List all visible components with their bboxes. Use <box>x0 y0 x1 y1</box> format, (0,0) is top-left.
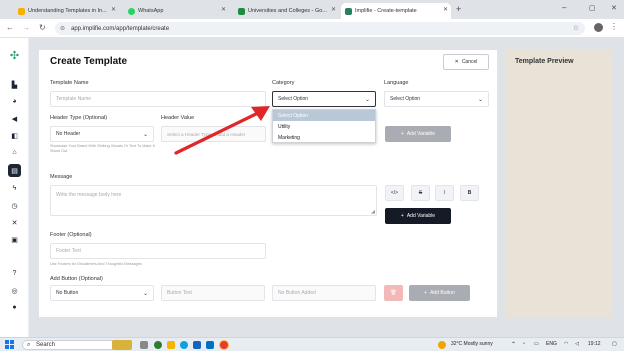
template-preview-panel: Template Preview <box>506 50 612 317</box>
weather-widget-icon[interactable] <box>112 340 132 350</box>
clock-time[interactable]: 19:12 <box>588 341 601 347</box>
wifi-icon[interactable]: ◠ <box>564 341 568 347</box>
volume-icon[interactable]: ◁ <box>575 341 579 347</box>
network-icon[interactable]: ◔ <box>522 341 525 347</box>
file-explorer-icon[interactable] <box>167 341 175 349</box>
tray-chevron-icon[interactable]: ⌃ <box>511 341 516 348</box>
store-icon[interactable] <box>193 341 201 349</box>
chrome-icon[interactable] <box>220 341 228 349</box>
battery-icon[interactable]: ▭ <box>534 341 539 347</box>
outlook-icon[interactable] <box>206 341 214 349</box>
windows-start-icon[interactable] <box>5 340 14 349</box>
weather-text: 32°C Mostly sunny <box>451 341 493 347</box>
search-placeholder: Search <box>36 342 56 348</box>
weather-sun-icon <box>438 341 446 349</box>
notification-icon[interactable]: ▢ <box>612 341 617 347</box>
edge-icon[interactable] <box>180 341 188 349</box>
task-view-icon[interactable] <box>140 341 148 349</box>
preview-title: Template Preview <box>515 58 574 65</box>
app-icon[interactable] <box>154 341 162 349</box>
search-icon: ⌕ <box>27 342 31 348</box>
windows-taskbar: ⌕ Search 32°C Mostly sunny ⌃ ◔ ▭ ENG ◠ ◁… <box>0 337 624 351</box>
language-indicator[interactable]: ENG <box>546 341 557 347</box>
